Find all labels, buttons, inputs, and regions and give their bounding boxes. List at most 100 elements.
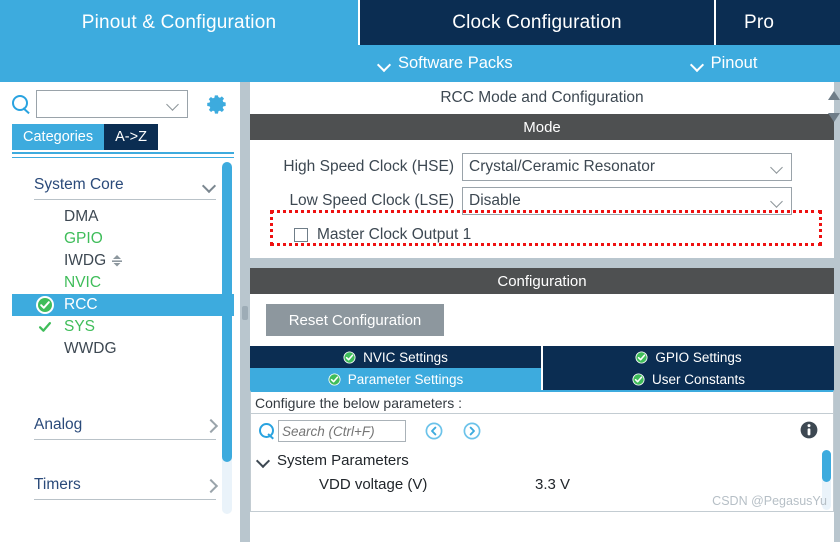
page-title: RCC Mode and Configuration (250, 82, 834, 114)
search-icon (257, 421, 277, 441)
row-high-speed-clock: High Speed Clock (HSE) Crystal/Ceramic R… (250, 152, 834, 182)
chevron-down-icon[interactable] (167, 100, 180, 108)
reset-configuration-button[interactable]: Reset Configuration (266, 304, 444, 336)
tab-label: Categories (23, 129, 94, 145)
sidebar-group-timers[interactable]: Timers (34, 470, 216, 500)
tab-clock-configuration[interactable]: Clock Configuration (358, 0, 716, 45)
check-icon (36, 318, 54, 336)
tab-pinout-and-configuration[interactable]: Pinout & Configuration (0, 0, 358, 45)
tab-gpio-settings[interactable]: GPIO Settings (541, 346, 834, 368)
menu-label: Pinout (710, 54, 758, 72)
lse-value: Disable (469, 192, 521, 209)
menu-label: Software Packs (398, 54, 513, 72)
gear-icon[interactable] (204, 91, 230, 117)
chevron-down-icon (378, 60, 391, 68)
parameter-toolbar (250, 414, 834, 448)
configure-note: Configure the below parameters : (250, 390, 834, 414)
peripheral-tree: System Core DMA GPIO IWDG NVIC RCC SYS W… (12, 152, 234, 517)
scroll-up-button[interactable] (826, 86, 840, 108)
previous-circle-icon[interactable] (424, 421, 444, 441)
menu-software-packs[interactable]: Software Packs (378, 54, 513, 73)
chevron-right-icon[interactable] (206, 478, 216, 492)
peripheral-search-combo[interactable] (36, 90, 188, 118)
hse-select[interactable]: Crystal/Ceramic Resonator (462, 153, 792, 181)
hse-label: High Speed Clock (HSE) (283, 158, 454, 175)
main-tab-bar: Pinout & Configuration Clock Configurati… (0, 0, 840, 45)
chevron-right-icon[interactable] (206, 418, 216, 432)
configuration-tab-grid: NVIC Settings GPIO Settings Parameter Se… (250, 346, 834, 390)
sidebar-item-gpio[interactable]: GPIO (12, 228, 234, 250)
parameter-scrollbar-thumb[interactable] (822, 450, 831, 482)
section-divider (250, 258, 834, 268)
parameter-group-system-parameters[interactable]: System Parameters (251, 448, 833, 472)
group-label: Analog (34, 415, 83, 433)
menu-pinout[interactable]: Pinout (691, 54, 758, 73)
sub-tool-bar: Software Packs Pinout (0, 45, 840, 82)
sidebar-item-sys[interactable]: SYS (12, 316, 234, 338)
stm32cubemx-window: Pinout & Configuration Clock Configurati… (0, 0, 840, 542)
peripheral-label: GPIO (64, 230, 103, 247)
lse-label: Low Speed Clock (LSE) (289, 192, 454, 209)
sidebar-search-row (0, 86, 240, 122)
tab-label: A->Z (115, 129, 147, 145)
tab-categories[interactable]: Categories (12, 124, 105, 150)
triangle-down-icon (828, 113, 840, 122)
peripheral-label: WWDG (64, 340, 117, 357)
parameter-name: VDD voltage (V) (319, 475, 428, 493)
sidebar-group-analog[interactable]: Analog (34, 410, 216, 440)
tab-parameter-settings[interactable]: Parameter Settings (250, 368, 541, 390)
triangle-up-icon (828, 91, 840, 100)
row-low-speed-clock: Low Speed Clock (LSE) Disable (250, 186, 834, 216)
master-clock-output-checkbox[interactable] (294, 228, 308, 242)
configuration-tab-row-1: NVIC Settings GPIO Settings (250, 346, 834, 368)
tab-label: NVIC Settings (363, 349, 448, 365)
lse-select[interactable]: Disable (462, 187, 792, 215)
parameter-group-label: System Parameters (277, 451, 409, 469)
check-circle-icon (632, 372, 645, 386)
chevron-down-icon[interactable] (771, 163, 784, 171)
parameter-row-vdd-voltage[interactable]: VDD voltage (V) 3.3 V (251, 472, 833, 496)
sidebar-item-wwdg[interactable]: WWDG (12, 338, 234, 360)
tab-nvic-settings[interactable]: NVIC Settings (250, 346, 541, 368)
peripheral-search-input[interactable] (37, 92, 165, 116)
peripheral-list: DMA GPIO IWDG NVIC RCC SYS WWDG (12, 206, 234, 360)
next-circle-icon[interactable] (462, 421, 482, 441)
tab-label: User Constants (651, 371, 746, 387)
group-label: Timers (34, 475, 81, 493)
tab-user-constants[interactable]: User Constants (541, 368, 834, 390)
mode-section-header: Mode (250, 114, 834, 140)
check-circle-icon (36, 296, 54, 314)
chevron-down-icon[interactable] (771, 197, 784, 205)
sidebar-group-system-core[interactable]: System Core (34, 170, 216, 200)
tab-project-manager[interactable]: Pro (716, 0, 840, 45)
sidebar-item-rcc[interactable]: RCC (12, 294, 234, 316)
peripheral-label: NVIC (64, 274, 102, 291)
sidebar-scrollbar-thumb[interactable] (222, 162, 232, 462)
watermark: CSDN @PegasusYu (712, 494, 827, 508)
peripheral-sidebar: Categories A->Z System Core DMA GPIO IWD… (0, 82, 240, 542)
sidebar-view-tabs: Categories A->Z (12, 124, 158, 150)
scroll-down-button[interactable] (826, 108, 840, 130)
panel-splitter[interactable] (240, 82, 250, 542)
tab-label: Pinout & Configuration (81, 11, 277, 33)
sidebar-item-iwdg[interactable]: IWDG (12, 250, 234, 272)
right-gutter (834, 82, 840, 542)
panel-scroll-arrows (826, 86, 840, 130)
tab-label: Pro (744, 11, 775, 33)
row-master-clock-output[interactable]: Master Clock Output 1 (250, 222, 834, 248)
parameter-search-input[interactable] (278, 420, 406, 442)
info-icon[interactable] (799, 420, 819, 440)
sidebar-item-nvic[interactable]: NVIC (12, 272, 234, 294)
tab-label: Clock Configuration (452, 11, 622, 33)
tab-label: GPIO Settings (655, 349, 742, 365)
tab-a-to-z[interactable]: A->Z (104, 124, 158, 150)
sidebar-item-dma[interactable]: DMA (12, 206, 234, 228)
parameter-value[interactable]: 3.3 V (535, 476, 570, 493)
chevron-down-icon[interactable] (257, 456, 270, 464)
group-label: System Core (34, 175, 124, 193)
peripheral-label: RCC (64, 296, 98, 313)
configuration-section-body: Reset Configuration NVIC Settings GPIO S… (250, 294, 834, 512)
chevron-down-icon[interactable] (203, 181, 216, 189)
configuration-section-header: Configuration (250, 268, 834, 294)
check-circle-icon (328, 372, 341, 386)
